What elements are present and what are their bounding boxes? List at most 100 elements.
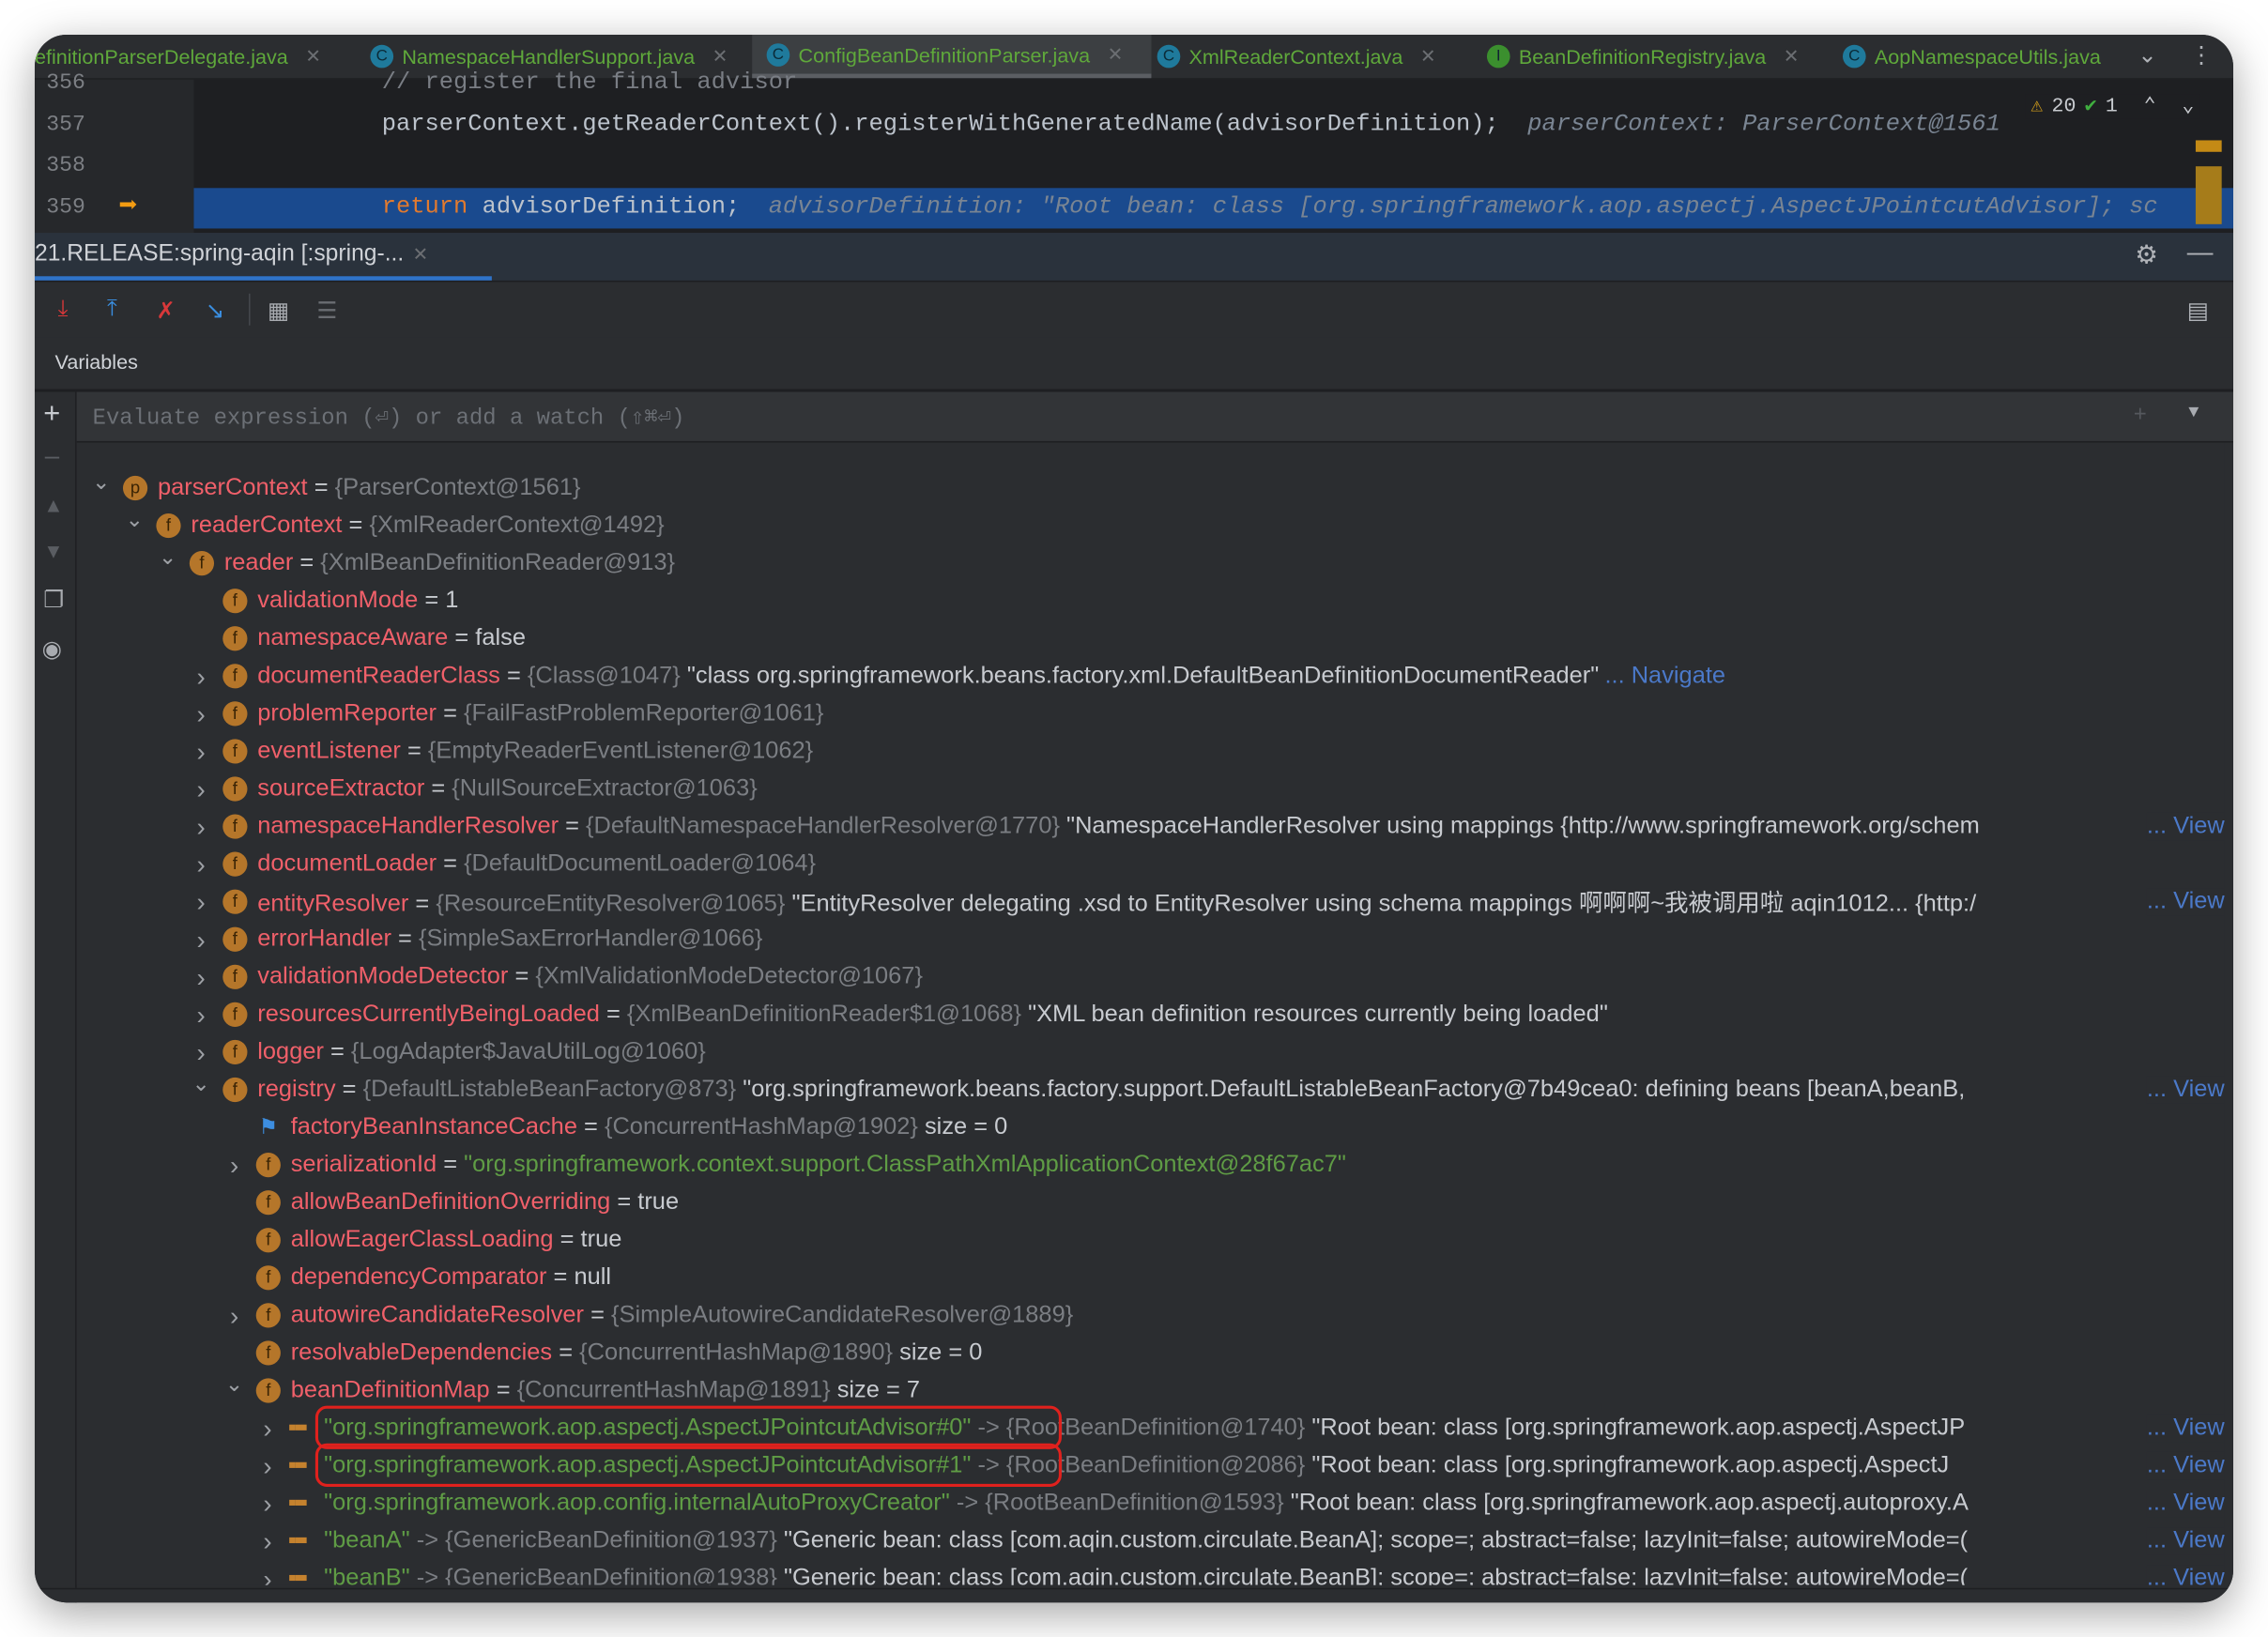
chevron-right-icon[interactable]: › bbox=[191, 1038, 211, 1068]
chevron-right-icon[interactable]: › bbox=[224, 1151, 245, 1181]
close-icon[interactable]: ✕ bbox=[1784, 45, 1800, 69]
navigate-link[interactable]: ... Navigate bbox=[1604, 662, 1725, 688]
chevron-right-icon[interactable]: › bbox=[257, 1452, 278, 1482]
tree-row[interactable]: ›"org.springframework.aop.aspectj.Aspect… bbox=[77, 1409, 2225, 1446]
chevron-right-icon[interactable]: › bbox=[191, 663, 211, 693]
view-link[interactable]: ... View bbox=[2147, 1526, 2225, 1553]
chevron-right-icon[interactable]: › bbox=[257, 1415, 278, 1445]
tree-row[interactable]: fresolvableDependencies = {ConcurrentHas… bbox=[77, 1334, 2225, 1371]
editor-tab[interactable]: CAopNamespaceUtils.java bbox=[1843, 35, 2101, 78]
chevron-right-icon[interactable]: › bbox=[191, 700, 211, 730]
copy-icon[interactable]: ❐ bbox=[43, 586, 64, 615]
chevron-right-icon[interactable]: › bbox=[257, 1565, 278, 1585]
tree-row[interactable]: ›"org.springframework.aop.config.interna… bbox=[77, 1484, 2225, 1522]
chevron-right-icon[interactable]: › bbox=[191, 888, 211, 918]
tree-row[interactable]: ›fresourcesCurrentlyBeingLoaded = {XmlBe… bbox=[77, 995, 2225, 1033]
tree-row[interactable]: ›feventListener = {EmptyReaderEventListe… bbox=[77, 732, 2225, 770]
close-icon[interactable]: ✕ bbox=[305, 45, 321, 69]
tree-row[interactable]: fdependencyComparator = null bbox=[77, 1258, 2225, 1295]
chevron-right-icon[interactable]: › bbox=[257, 1490, 278, 1520]
view-link[interactable]: ... View bbox=[2147, 812, 2225, 839]
tree-row[interactable]: ›"beanA" -> {GenericBeanDefinition@1937}… bbox=[77, 1522, 2225, 1559]
tree-row[interactable]: fnamespaceAware = false bbox=[77, 619, 2225, 656]
next-highlight-icon[interactable]: ⌄ bbox=[2182, 94, 2194, 118]
code-editor[interactable]: 356 357 358 359 ➡ // register the final … bbox=[35, 80, 2233, 233]
view-link[interactable]: ... View bbox=[2147, 1489, 2225, 1516]
eye-icon[interactable]: ◉ bbox=[42, 635, 63, 664]
tree-row[interactable]: ›fsourceExtractor = {NullSourceExtractor… bbox=[77, 770, 2225, 807]
row-text: namespaceAware = false bbox=[257, 624, 526, 651]
tree-row[interactable]: ›fserializationId = "org.springframework… bbox=[77, 1145, 2225, 1183]
move-up-icon[interactable]: ▲ bbox=[43, 493, 63, 516]
previous-highlight-icon[interactable]: ⌃ bbox=[2144, 94, 2156, 118]
tree-row[interactable]: ⌄freader = {XmlBeanDefinitionReader@913} bbox=[77, 543, 2225, 581]
move-down-icon[interactable]: ▼ bbox=[43, 540, 63, 563]
view-link[interactable]: ... View bbox=[2147, 1076, 2225, 1103]
tree-row[interactable]: ›fvalidationModeDetector = {XmlValidatio… bbox=[77, 957, 2225, 995]
run-to-cursor-icon[interactable]: ↘ bbox=[206, 297, 225, 326]
view-link[interactable]: ... View bbox=[2147, 1451, 2225, 1478]
tree-row[interactable]: fallowEagerClassLoading = true bbox=[77, 1220, 2225, 1258]
tree-row[interactable]: ›fdocumentLoader = {DefaultDocumentLoade… bbox=[77, 845, 2225, 882]
close-icon[interactable]: ✕ bbox=[412, 243, 428, 267]
remove-watch-icon[interactable]: – bbox=[45, 441, 59, 471]
tree-row[interactable]: fvalidationMode = 1 bbox=[77, 581, 2225, 619]
chevron-down-icon[interactable]: ⌄ bbox=[191, 1070, 211, 1096]
tree-row[interactable]: ›"org.springframework.aop.aspectj.Aspect… bbox=[77, 1446, 2225, 1484]
view-link[interactable]: ... View bbox=[2147, 887, 2225, 914]
chevron-right-icon[interactable]: › bbox=[191, 963, 211, 993]
tree-row[interactable]: ⌄fregistry = {DefaultListableBeanFactory… bbox=[77, 1070, 2225, 1108]
chevron-right-icon[interactable]: › bbox=[191, 775, 211, 805]
tab-list-chevron-down-icon[interactable]: ⌄ bbox=[2138, 40, 2157, 69]
trace-icon[interactable]: ☰ bbox=[316, 297, 337, 326]
tree-row[interactable]: ⚑factoryBeanInstanceCache = {ConcurrentH… bbox=[77, 1108, 2225, 1145]
chevron-down-icon[interactable]: ⌄ bbox=[91, 468, 112, 495]
history-dropdown-icon[interactable]: ▼ bbox=[2188, 402, 2199, 422]
step-into-icon[interactable]: ⤓ bbox=[58, 297, 69, 323]
evaluate-calculator-icon[interactable]: ▦ bbox=[268, 297, 289, 326]
more-menu-icon[interactable]: ⋮ bbox=[2190, 40, 2214, 69]
gear-icon[interactable]: ⚙ bbox=[2135, 240, 2158, 270]
tree-row[interactable]: ⌄fbeanDefinitionMap = {ConcurrentHashMap… bbox=[77, 1371, 2225, 1409]
inspection-widget[interactable]: ⚠20 ✔1 ⌃⌄ bbox=[2025, 94, 2199, 118]
step-out-icon[interactable]: ⤒ bbox=[107, 297, 117, 323]
close-icon[interactable]: ✕ bbox=[1108, 42, 1124, 66]
tree-row[interactable]: fallowBeanDefinitionOverriding = true bbox=[77, 1183, 2225, 1220]
chevron-right-icon[interactable]: › bbox=[224, 1302, 245, 1332]
tree-row[interactable]: ›"beanB" -> {GenericBeanDefinition@1938}… bbox=[77, 1559, 2225, 1585]
chevron-right-icon[interactable]: › bbox=[191, 926, 211, 956]
editor-tab[interactable]: CConfigBeanDefinitionParser.java✕ bbox=[752, 35, 1151, 78]
editor-tab[interactable]: CXmlReaderContext.java✕ bbox=[1157, 35, 1436, 78]
tree-row[interactable]: ›fnamespaceHandlerResolver = {DefaultNam… bbox=[77, 807, 2225, 845]
tree-row[interactable]: ›fentityResolver = {ResourceEntityResolv… bbox=[77, 882, 2225, 920]
chevron-right-icon[interactable]: › bbox=[191, 738, 211, 768]
evaluate-expression-input[interactable]: Evaluate expression (⏎) or add a watch (… bbox=[77, 392, 2233, 443]
tree-row[interactable]: ⌄freaderContext = {XmlReaderContext@1492… bbox=[77, 506, 2225, 543]
chevron-right-icon[interactable]: › bbox=[191, 850, 211, 880]
chevron-down-icon[interactable]: ⌄ bbox=[224, 1371, 245, 1398]
view-link[interactable]: ... View bbox=[2147, 1414, 2225, 1441]
close-icon[interactable]: ✕ bbox=[1420, 45, 1436, 69]
tree-row[interactable]: ›fproblemReporter = {FailFastProblemRepo… bbox=[77, 695, 2225, 732]
layout-icon[interactable]: ▤ bbox=[2187, 297, 2209, 326]
add-watch-icon[interactable]: + bbox=[43, 398, 60, 431]
chevron-down-icon[interactable]: ⌄ bbox=[125, 506, 146, 532]
chevron-right-icon[interactable]: › bbox=[257, 1527, 278, 1557]
tree-row[interactable]: ›fdocumentReaderClass = {Class@1047} "cl… bbox=[77, 657, 2225, 695]
tree-row[interactable]: ›fautowireCandidateResolver = {SimpleAut… bbox=[77, 1296, 2225, 1334]
add-to-watches-icon[interactable]: + bbox=[2134, 402, 2147, 428]
chevron-right-icon[interactable]: › bbox=[191, 813, 211, 843]
minimize-icon[interactable]: — bbox=[2187, 237, 2214, 268]
close-icon[interactable]: ✕ bbox=[713, 45, 728, 69]
view-link[interactable]: ... View bbox=[2147, 1564, 2225, 1584]
chevron-right-icon[interactable]: › bbox=[191, 1001, 211, 1031]
chevron-down-icon[interactable]: ⌄ bbox=[158, 543, 178, 570]
tree-row[interactable]: ⌄pparserContext = {ParserContext@1561} bbox=[77, 468, 2225, 506]
variable-name: allowEagerClassLoading bbox=[291, 1226, 554, 1252]
tree-scrollbar[interactable] bbox=[2225, 442, 2233, 1599]
tree-row[interactable]: ›flogger = {LogAdapter$JavaUtilLog@1060} bbox=[77, 1033, 2225, 1070]
tree-row[interactable]: ›ferrorHandler = {SimpleSaxErrorHandler@… bbox=[77, 920, 2225, 957]
editor-tab[interactable]: IBeanDefinitionRegistry.java✕ bbox=[1487, 35, 1800, 78]
drop-frame-icon[interactable]: ✗ bbox=[156, 297, 176, 326]
debug-session-tab[interactable]: 21.RELEASE:spring-aqin [:spring-...✕ bbox=[35, 233, 492, 281]
